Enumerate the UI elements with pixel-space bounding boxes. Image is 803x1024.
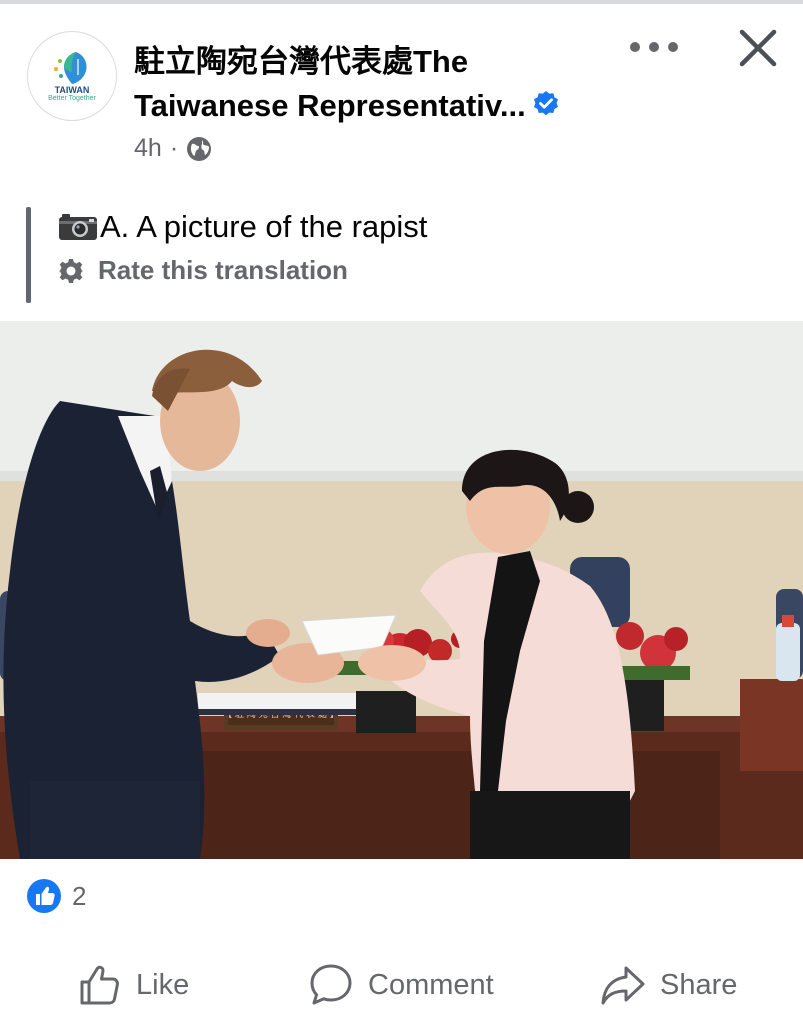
page-name[interactable]: 駐立陶宛台灣代表處The Taiwanese Representativ... xyxy=(134,40,604,128)
taiwan-logo-icon xyxy=(54,52,87,84)
rate-translation-label: Rate this translation xyxy=(98,255,348,285)
translation-quote-bar xyxy=(26,207,31,303)
gear-icon xyxy=(59,258,83,283)
comment-label: Comment xyxy=(368,968,494,1001)
avatar-sublabel: Better Together xyxy=(48,95,96,102)
globe-icon[interactable] xyxy=(186,136,212,162)
camera-icon xyxy=(59,214,97,240)
post-meta: 4h · xyxy=(134,134,212,163)
top-divider xyxy=(0,0,803,4)
avatar-label: TAIWAN xyxy=(54,85,90,95)
meta-separator: · xyxy=(169,134,179,162)
page-avatar[interactable]: TAIWAN Better Together xyxy=(27,31,117,121)
like-reaction-icon xyxy=(27,879,61,913)
post-time[interactable]: 4h xyxy=(134,134,162,163)
ceremony-photo: 【 駐 陶 宛 台 灣 代 表 處 】 xyxy=(0,321,803,859)
post-photo[interactable]: 【 駐 陶 宛 台 灣 代 表 處 】 xyxy=(0,321,803,859)
page-name-line2[interactable]: Taiwanese Representativ... xyxy=(134,88,526,123)
share-label: Share xyxy=(660,968,738,1001)
page-name-line2-wrap: Taiwanese Representativ... xyxy=(134,84,604,128)
more-options-button[interactable] xyxy=(630,32,678,62)
post-action-bar: Like Comment Share xyxy=(0,955,803,1015)
share-icon xyxy=(601,966,645,1005)
like-button[interactable]: Like xyxy=(78,955,189,1015)
more-icon-dot xyxy=(668,42,678,52)
comment-icon xyxy=(310,964,352,1005)
comment-button[interactable]: Comment xyxy=(308,955,494,1015)
share-button[interactable]: Share xyxy=(600,955,737,1015)
page-name-line1[interactable]: 駐立陶宛台灣代表處The xyxy=(134,40,604,84)
more-icon-dot xyxy=(630,42,640,52)
reaction-count: 2 xyxy=(72,880,87,911)
post-text-content: A. A picture of the rapist xyxy=(100,209,428,244)
post-text: A. A picture of the rapist xyxy=(58,205,427,249)
like-icon xyxy=(80,965,119,1005)
close-icon[interactable] xyxy=(736,26,780,70)
like-label: Like xyxy=(136,968,190,1001)
rate-translation-link[interactable]: Rate this translation xyxy=(58,255,348,286)
more-icon-dot xyxy=(649,42,659,52)
verified-icon xyxy=(533,90,558,116)
reactions-summary[interactable]: 2 xyxy=(26,878,86,914)
